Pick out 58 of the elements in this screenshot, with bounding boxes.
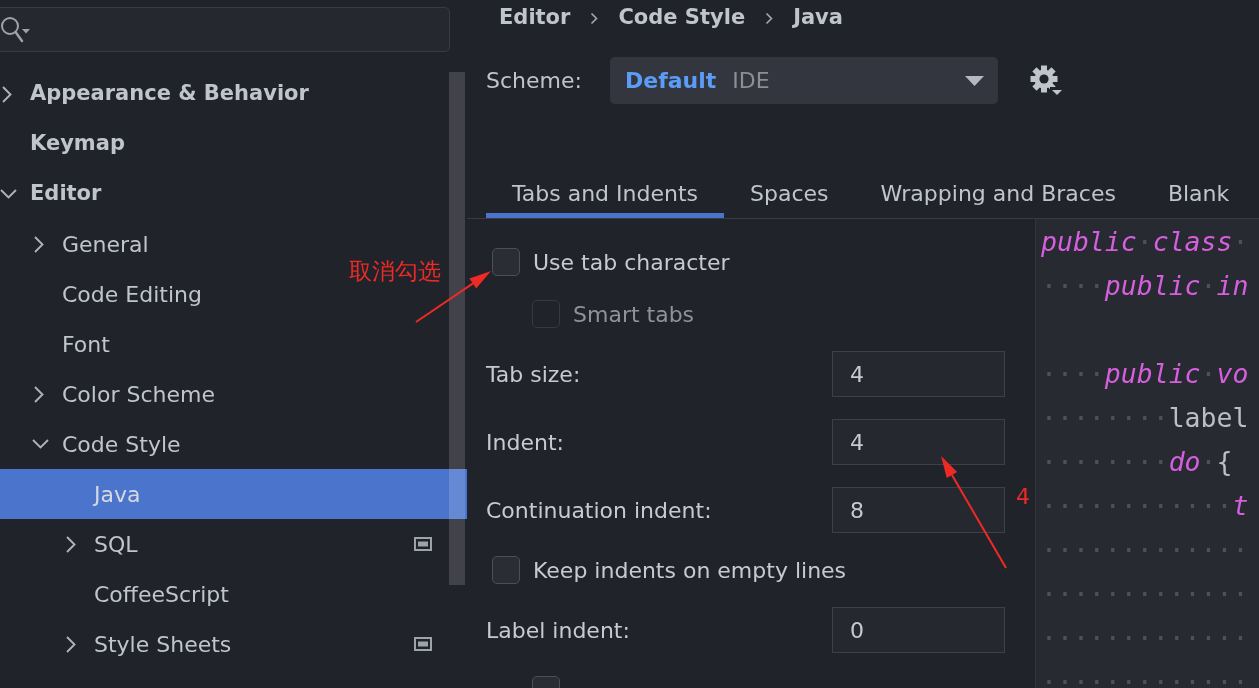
field-label: Label indent: — [486, 616, 630, 645]
checkbox[interactable] — [492, 556, 520, 584]
annotation-text: 取消勾选 — [349, 260, 441, 283]
tree-item[interactable]: Editor — [0, 169, 102, 219]
chevron-right-icon[interactable] — [2, 85, 12, 103]
code-line: ············· — [1041, 532, 1249, 567]
breadcrumb-separator-icon — [765, 11, 774, 25]
code-line: ····public·in — [1041, 268, 1249, 303]
number-field[interactable]: 4 — [832, 419, 1005, 465]
field-label: Tab size: — [486, 360, 581, 389]
scheme-dropdown[interactable]: Default IDE — [610, 57, 998, 104]
field-label: Indent: — [486, 428, 564, 457]
code-line: ············· — [1041, 620, 1249, 655]
chevron-right-icon[interactable] — [66, 635, 76, 653]
tree-item[interactable]: Code Editing — [32, 269, 202, 319]
code-line: ············t — [1041, 488, 1249, 523]
checkbox[interactable] — [492, 248, 520, 276]
checkbox-label[interactable]: Keep indents on empty lines — [533, 553, 847, 587]
code-line: ········label — [1041, 400, 1249, 435]
number-field[interactable]: 0 — [832, 607, 1005, 653]
tree-item[interactable]: Font — [32, 319, 110, 369]
breadcrumb-separator-icon — [590, 11, 599, 25]
settings-icon[interactable] — [1030, 65, 1063, 96]
scheme-label: Scheme: — [486, 67, 583, 95]
tree-item[interactable]: Style Sheets — [64, 619, 232, 669]
tab[interactable]: Tabs and Indents — [486, 168, 725, 218]
chevron-down-icon[interactable] — [32, 439, 49, 449]
chevron-down-icon[interactable] — [0, 189, 17, 199]
tree-item[interactable]: General — [32, 219, 149, 269]
number-field[interactable]: 8 — [832, 487, 1005, 533]
chevron-right-icon[interactable] — [34, 235, 44, 253]
code-line: public·class· — [1041, 224, 1249, 259]
caret-icon — [965, 75, 984, 86]
breadcrumb-item[interactable]: Editor — [499, 2, 571, 34]
search-icon — [1, 16, 31, 43]
tab[interactable]: Wrapping and Braces — [854, 168, 1142, 218]
chevron-right-icon[interactable] — [34, 385, 44, 403]
tab[interactable]: Blank — [1141, 168, 1256, 218]
tree-item[interactable]: SQL — [64, 519, 138, 569]
scrollbar-thumb[interactable] — [449, 72, 465, 585]
search-field[interactable] — [0, 7, 450, 52]
tab[interactable]: Spaces — [724, 168, 855, 218]
tree-item[interactable]: Code Style — [32, 419, 181, 469]
code-line: ············· — [1041, 664, 1249, 688]
code-line: ············· — [1041, 576, 1249, 611]
code-line: ····public·vo — [1041, 356, 1249, 391]
chevron-right-icon[interactable] — [66, 535, 76, 553]
tree-item[interactable]: CoffeeScript — [64, 569, 229, 619]
tree-item[interactable]: Appearance & Behavior — [0, 69, 309, 119]
annotation-text: 4 — [1016, 486, 1030, 508]
number-field[interactable]: 4 — [832, 351, 1005, 397]
tree-item[interactable]: Color Scheme — [32, 369, 215, 419]
tree-item[interactable]: Keymap — [0, 119, 125, 169]
code-line: ········do·{ — [1041, 444, 1233, 479]
field-label: Continuation indent: — [486, 496, 712, 525]
breadcrumb-item[interactable]: Code Style — [618, 2, 746, 34]
checkbox-label[interactable]: Use tab character — [533, 245, 730, 279]
breadcrumb-item[interactable]: Java — [793, 2, 843, 34]
